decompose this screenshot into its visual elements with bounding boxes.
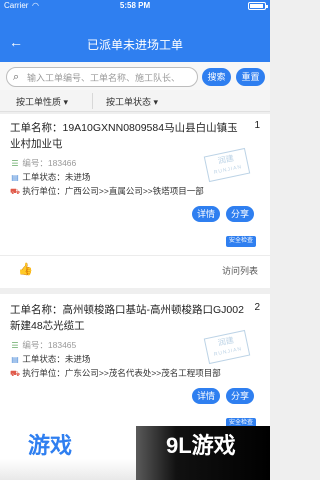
work-order-code-row: ☰ 编号：183466 xyxy=(10,157,76,169)
filter-divider xyxy=(92,93,93,109)
status-value: 未进场 xyxy=(64,172,91,182)
unit-value: 广东公司>>茂名代表处>>茂名工程项目部 xyxy=(64,368,221,378)
work-order-unit-row: ⛟ 执行单位：广西公司>>直属公司>>铁塔项目一部 xyxy=(10,185,204,197)
nav-bar: ← 已派单未进场工单 xyxy=(0,28,270,58)
details-button[interactable]: 详情 xyxy=(192,388,220,404)
work-order-index: 1 xyxy=(254,120,260,131)
document-icon: ▤ xyxy=(11,173,19,182)
search-button[interactable]: 搜索 xyxy=(202,68,231,86)
work-order-status-row: ▤ 工单状态：未进场 xyxy=(10,171,90,183)
unit-label: 执行单位： xyxy=(22,186,65,196)
status-label: 工单状态： xyxy=(22,354,65,364)
code-label: 编号： xyxy=(22,158,48,168)
filter-work-order-nature[interactable]: 按工单性质 ▾ xyxy=(16,95,68,108)
code-label: 编号： xyxy=(22,340,48,350)
app-header: Carrier ◠ 5:58 PM ← 已派单未进场工单 xyxy=(0,0,270,62)
card-footer: 👍 访问列表 xyxy=(0,255,270,283)
page-title: 已派单未进场工单 xyxy=(86,38,183,52)
status-label: 工单状态： xyxy=(22,172,65,182)
visit-list-link[interactable]: 访问列表 xyxy=(222,264,258,277)
share-button[interactable]: 分享 xyxy=(226,206,254,222)
work-order-title: 工单名称：高州顿梭路口基站-高州顿梭路口GJ002新建48芯光缆工 xyxy=(10,304,244,332)
code-value: 183465 xyxy=(47,340,77,350)
reset-button[interactable]: 重置 xyxy=(236,68,265,86)
unit-label: 执行单位： xyxy=(22,368,65,378)
search-input[interactable] xyxy=(27,70,193,85)
search-box[interactable]: ⌕ xyxy=(6,67,198,87)
car-icon: ⛟ xyxy=(10,187,21,196)
list-icon: ☰ xyxy=(11,341,19,350)
status-bar: Carrier ◠ 5:58 PM xyxy=(0,0,270,12)
work-order-title: 工单名称：19A10GXNN0809584马山县白山镇玉业村加业屯 xyxy=(10,122,238,150)
code-value: 183466 xyxy=(47,158,77,168)
search-icon: ⌕ xyxy=(13,71,20,83)
details-button[interactable]: 详情 xyxy=(192,206,220,222)
thumbs-up-icon[interactable]: 👍 xyxy=(18,262,33,276)
ad-banner-right-text[interactable]: 9L游戏 xyxy=(166,428,236,460)
share-button[interactable]: 分享 xyxy=(226,388,254,404)
work-order-card[interactable]: 工单名称：高州顿梭路口基站-高州顿梭路口GJ002新建48芯光缆工 2 ☰ 编号… xyxy=(0,294,270,434)
work-order-card[interactable]: 工单名称：19A10GXNN0809584马山县白山镇玉业村加业屯 1 ☰ 编号… xyxy=(0,114,270,288)
document-icon: ▤ xyxy=(11,355,19,364)
work-order-status-row: ▤ 工单状态：未进场 xyxy=(10,353,90,365)
runjian-stamp: 润建 RUNJIAN xyxy=(203,147,251,183)
safety-check-tag[interactable]: 安全检查 xyxy=(226,236,257,247)
list-icon: ☰ xyxy=(11,159,19,168)
car-icon: ⛟ xyxy=(10,369,21,378)
status-value: 未进场 xyxy=(64,354,91,364)
battery-icon xyxy=(248,2,268,10)
filter-work-order-status[interactable]: 按工单状态 ▾ xyxy=(106,95,158,108)
unit-value: 广西公司>>直属公司>>铁塔项目一部 xyxy=(64,186,204,196)
ad-banner-left-text[interactable]: 游戏 xyxy=(28,428,72,460)
runjian-stamp: 润建 RUNJIAN xyxy=(203,329,251,365)
search-bar: ⌕ 搜索 重置 xyxy=(0,62,270,90)
filter-bar: 按工单性质 ▾ 按工单状态 ▾ xyxy=(0,90,270,112)
status-time: 5:58 PM xyxy=(119,1,151,10)
work-order-unit-row: ⛟ 执行单位：广东公司>>茂名代表处>>茂名工程项目部 xyxy=(10,367,221,379)
work-order-index: 2 xyxy=(254,302,260,313)
work-order-code-row: ☰ 编号：183465 xyxy=(10,339,76,351)
